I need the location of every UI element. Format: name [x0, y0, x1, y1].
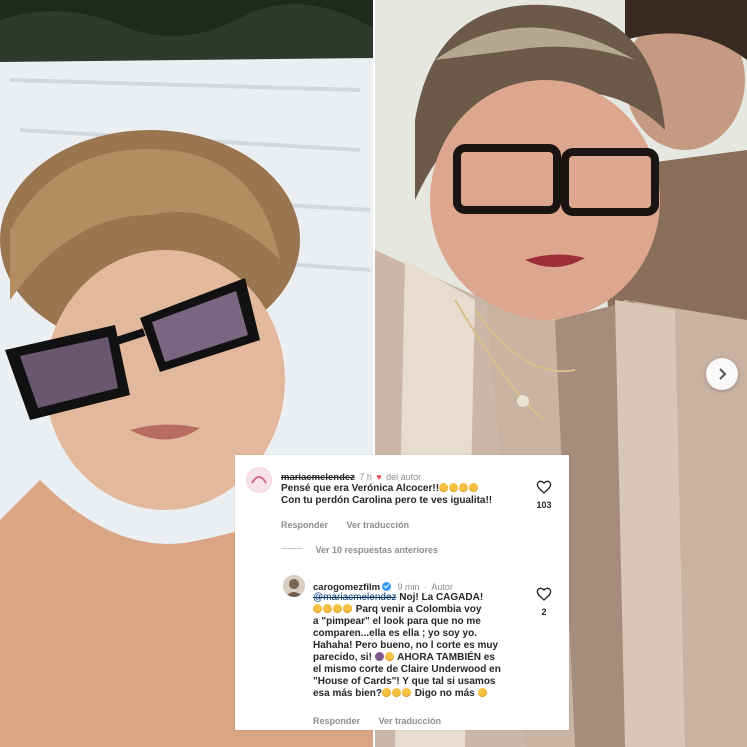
comment-time: 7 h — [359, 472, 372, 482]
reply-time: 9 min — [397, 582, 420, 592]
comment-text-line: Con tu perdón Carolina pero te ves igual… — [281, 495, 493, 506]
author-tag: Autor — [431, 582, 453, 592]
comments-panel: mariacmelendez 7 h ♥ del autor Pensé que… — [235, 455, 569, 730]
verified-badge-icon — [382, 582, 392, 591]
like-count: 2 — [541, 607, 547, 617]
avatar[interactable] — [283, 575, 305, 597]
emoji-icon — [439, 483, 449, 492]
view-replies-row[interactable]: Ver 10 respuestas anteriores — [281, 540, 569, 558]
chevron-right-icon — [719, 368, 727, 380]
next-slide-button[interactable] — [706, 358, 738, 390]
like-count: 103 — [536, 500, 552, 510]
mention-link[interactable]: @mariacmelendez — [313, 592, 397, 603]
heart-icon: ♥ — [376, 472, 382, 482]
like-heart-icon[interactable] — [536, 479, 552, 495]
replies-line — [281, 548, 303, 550]
see-translation-link[interactable]: Ver traducción — [346, 520, 409, 530]
avatar[interactable] — [246, 467, 272, 493]
reply-button[interactable]: Responder — [313, 716, 360, 726]
reply-text: @mariacmelendez Noj! La CAGADA! Parq ven… — [313, 592, 501, 699]
view-replies-link[interactable]: Ver 10 respuestas anteriores — [315, 545, 438, 555]
comment-text-line: Pensé que era Verónica Alcocer!! — [281, 483, 526, 495]
reply-button[interactable]: Responder — [281, 520, 328, 530]
author-tag: del autor — [386, 472, 422, 482]
like-heart-icon[interactable] — [536, 586, 552, 602]
see-translation-link[interactable]: Ver traducción — [378, 716, 441, 726]
comment-username[interactable]: mariacmelendez — [281, 472, 355, 483]
